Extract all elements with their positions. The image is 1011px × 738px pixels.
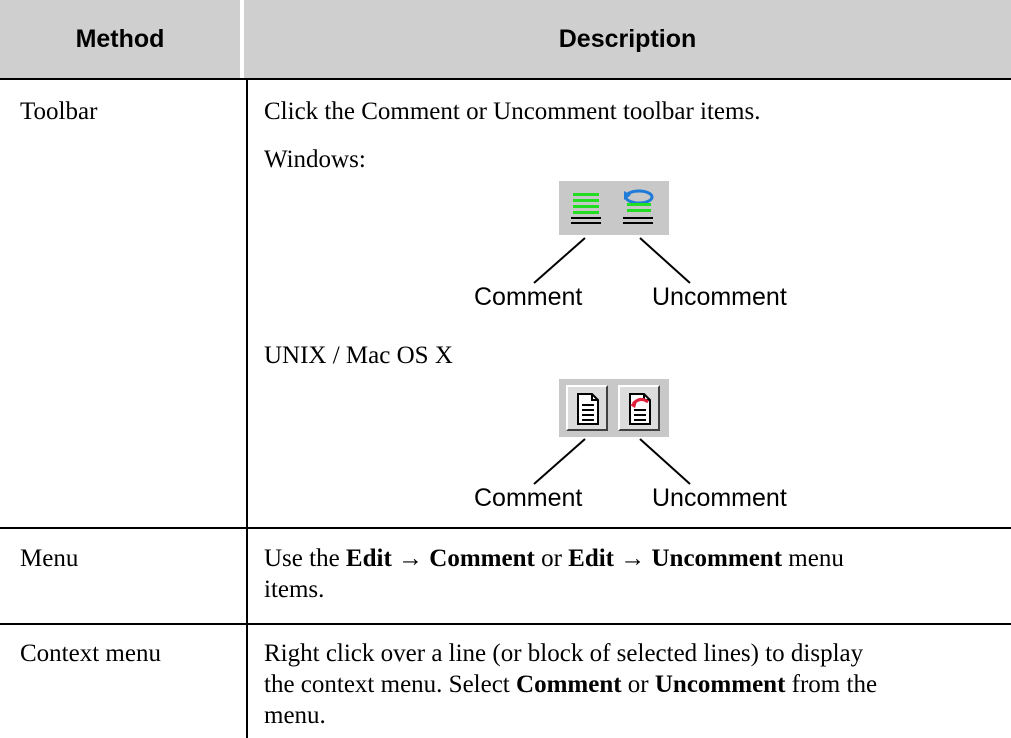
- unix-uncomment-label: Uncomment: [652, 484, 787, 512]
- context-description: Right click over a line (or block of sel…: [264, 640, 878, 729]
- comment-lines-icon[interactable]: [570, 187, 604, 227]
- menu-description: Use the Edit → Comment or Edit → Uncomme…: [264, 545, 844, 603]
- row-rule-1: [0, 527, 1011, 529]
- unix-label: UNIX / Mac OS X: [264, 342, 453, 369]
- unix-uncomment-button[interactable]: [618, 385, 660, 431]
- method-menu: Menu: [20, 545, 79, 572]
- toolbar-intro: Click the Comment or Uncomment toolbar i…: [264, 98, 761, 125]
- uncomment-document-icon: [629, 393, 651, 425]
- header-rule: [0, 78, 1011, 80]
- row-rule-2: [0, 623, 1011, 625]
- column-divider: [246, 80, 248, 738]
- uncomment-lines-icon[interactable]: [622, 187, 656, 227]
- windows-comment-label: Comment: [474, 283, 583, 311]
- comment-document-icon: [577, 393, 599, 425]
- method-context-menu: Context menu: [20, 640, 161, 667]
- methods-table: Method Description Toolbar Click the Com…: [0, 0, 1011, 738]
- column-header-description: Description: [244, 0, 1011, 78]
- windows-uncomment-label: Uncomment: [652, 283, 787, 311]
- column-header-method: Method: [0, 0, 240, 78]
- unix-comment-label: Comment: [474, 484, 583, 512]
- method-toolbar: Toolbar: [20, 98, 98, 125]
- unix-comment-button[interactable]: [566, 385, 608, 431]
- windows-label: Windows:: [264, 146, 366, 173]
